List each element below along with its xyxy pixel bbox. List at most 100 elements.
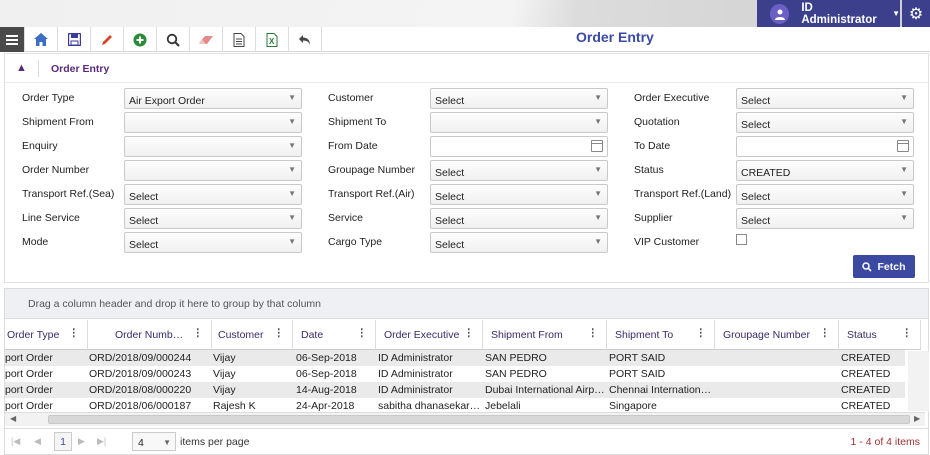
undo-button[interactable] xyxy=(289,27,322,52)
status-select[interactable]: CREATED ▼ xyxy=(736,160,914,181)
customer-select[interactable]: Select ▼ xyxy=(430,88,608,109)
edit-button[interactable] xyxy=(91,27,124,52)
transport-sea-label: Transport Ref.(Sea) xyxy=(22,188,115,200)
column-menu-icon[interactable]: ⋮ xyxy=(464,327,475,339)
order-type-select[interactable]: Air Export Order ▼ xyxy=(124,88,302,109)
column-menu-icon[interactable]: ⋮ xyxy=(820,327,831,339)
order-number-select[interactable]: ▼ xyxy=(124,160,302,181)
table-row[interactable]: port Order ORD/2018/06/000187 Rajesh K 2… xyxy=(5,398,905,412)
status-value: CREATED xyxy=(741,167,791,179)
cell-customer: Vijay xyxy=(213,368,236,380)
column-menu-icon[interactable]: ⋮ xyxy=(69,327,80,339)
column-header-shipment-to[interactable]: Shipment To ⋮ xyxy=(607,320,715,350)
cell-shipment-from: SAN PEDRO xyxy=(485,368,547,380)
column-menu-icon[interactable]: ⋮ xyxy=(696,327,707,339)
calendar-icon[interactable] xyxy=(591,140,603,152)
supplier-label: Supplier xyxy=(634,212,673,224)
search-button[interactable] xyxy=(157,27,190,52)
table-row[interactable]: port Order ORD/2018/09/000243 Vijay 06-S… xyxy=(5,366,905,382)
shipment-to-select[interactable]: ▼ xyxy=(430,112,608,133)
horizontal-scroll-thumb[interactable] xyxy=(48,415,910,424)
save-button[interactable] xyxy=(58,27,91,52)
scroll-left-icon[interactable]: ◀ xyxy=(10,414,16,423)
prev-page-icon[interactable]: ◀ xyxy=(34,436,41,447)
mode-value: Select xyxy=(129,239,159,251)
page-size-select[interactable]: 4 ▼ xyxy=(132,432,176,451)
column-menu-icon[interactable]: ⋮ xyxy=(588,327,599,339)
to-date-field[interactable] xyxy=(736,136,914,157)
groupage-number-select[interactable]: Select ▼ xyxy=(430,160,608,181)
calendar-icon[interactable] xyxy=(897,140,909,152)
horizontal-scrollbar[interactable]: ◀ ▶ xyxy=(5,412,925,426)
group-by-area[interactable]: Drag a column header and drop it here to… xyxy=(5,289,928,319)
scroll-right-icon[interactable]: ▶ xyxy=(914,414,920,423)
line-service-select[interactable]: Select ▼ xyxy=(124,208,302,229)
chevron-down-icon: ▼ xyxy=(288,165,296,174)
column-menu-icon[interactable]: ⋮ xyxy=(357,327,368,339)
cell-order-number: ORD/2018/08/000220 xyxy=(89,384,192,396)
order-executive-select[interactable]: Select ▼ xyxy=(736,88,914,109)
collapse-chevron-icon[interactable]: ▲ xyxy=(16,62,27,74)
vip-customer-label: VIP Customer xyxy=(634,236,700,248)
column-header-order-number[interactable]: Order Numb… ⋮ xyxy=(88,320,212,350)
svg-text:X: X xyxy=(269,37,275,46)
excel-export-button[interactable]: X xyxy=(256,27,289,52)
fetch-button[interactable]: Fetch xyxy=(853,255,915,278)
table-row[interactable]: port Order ORD/2018/09/000244 Vijay 06-S… xyxy=(5,350,905,366)
transport-land-value: Select xyxy=(741,191,771,203)
enquiry-label: Enquiry xyxy=(22,140,58,152)
mode-label: Mode xyxy=(22,236,49,248)
next-page-icon[interactable]: ▶ xyxy=(78,436,85,447)
add-button[interactable] xyxy=(124,27,157,52)
search-icon xyxy=(862,261,873,272)
transport-land-select[interactable]: Select ▼ xyxy=(736,184,914,205)
vip-customer-checkbox[interactable] xyxy=(736,234,747,245)
column-header-shipment-from[interactable]: Shipment From ⋮ xyxy=(483,320,607,350)
cell-shipment-to: PORT SAID xyxy=(609,352,666,364)
column-header-customer[interactable]: Customer ⋮ xyxy=(212,320,293,350)
user-menu[interactable]: ID Administrator ▼ xyxy=(757,0,900,27)
shipment-from-select[interactable]: ▼ xyxy=(124,112,302,133)
column-menu-icon[interactable]: ⋮ xyxy=(274,327,285,339)
cargo-type-value: Select xyxy=(435,239,465,251)
line-service-label: Line Service xyxy=(22,212,80,224)
column-menu-icon[interactable]: ⋮ xyxy=(193,327,204,339)
column-header-order-type[interactable]: Order Type ⋮ xyxy=(5,320,88,350)
vertical-scrollbar[interactable] xyxy=(908,351,929,411)
toolbar: X xyxy=(0,27,930,52)
order-executive-label: Order Executive xyxy=(634,92,710,104)
order-executive-value: Select xyxy=(741,95,771,107)
column-label: Order Numb… xyxy=(115,329,184,341)
cell-date: 24-Apr-2018 xyxy=(296,400,355,412)
menu-button[interactable] xyxy=(0,27,25,52)
from-date-field[interactable] xyxy=(430,136,608,157)
transport-sea-select[interactable]: Select ▼ xyxy=(124,184,302,205)
column-header-groupage-number[interactable]: Groupage Number ⋮ xyxy=(715,320,839,350)
table-row[interactable]: port Order ORD/2018/08/000220 Vijay 14-A… xyxy=(5,382,905,398)
chevron-down-icon: ▼ xyxy=(288,93,296,102)
eraser-button[interactable] xyxy=(190,27,223,52)
column-header-date[interactable]: Date ⋮ xyxy=(293,320,376,350)
supplier-select[interactable]: Select ▼ xyxy=(736,208,914,229)
column-menu-icon[interactable]: ⋮ xyxy=(902,327,913,339)
transport-sea-value: Select xyxy=(129,191,159,203)
transport-air-select[interactable]: Select ▼ xyxy=(430,184,608,205)
quotation-select[interactable]: Select ▼ xyxy=(736,112,914,133)
home-button[interactable] xyxy=(25,27,58,52)
caret-down-icon: ▼ xyxy=(892,9,900,18)
quotation-value: Select xyxy=(741,119,771,131)
document-button[interactable] xyxy=(223,27,256,52)
column-header-order-executive[interactable]: Order Executive ⋮ xyxy=(376,320,483,350)
gear-icon[interactable]: ⚙ xyxy=(902,0,930,27)
column-header-status[interactable]: Status ⋮ xyxy=(839,320,921,350)
service-label: Service xyxy=(328,212,364,224)
mode-select[interactable]: Select ▼ xyxy=(124,232,302,253)
cargo-type-select[interactable]: Select ▼ xyxy=(430,232,608,253)
last-page-icon[interactable]: ▶| xyxy=(97,436,106,447)
column-label: Shipment To xyxy=(615,329,674,341)
service-select[interactable]: Select ▼ xyxy=(430,208,608,229)
first-page-icon[interactable]: |◀ xyxy=(11,436,20,447)
enquiry-select[interactable]: ▼ xyxy=(124,136,302,157)
cell-date: 14-Aug-2018 xyxy=(296,384,357,396)
page-number[interactable]: 1 xyxy=(54,432,72,451)
